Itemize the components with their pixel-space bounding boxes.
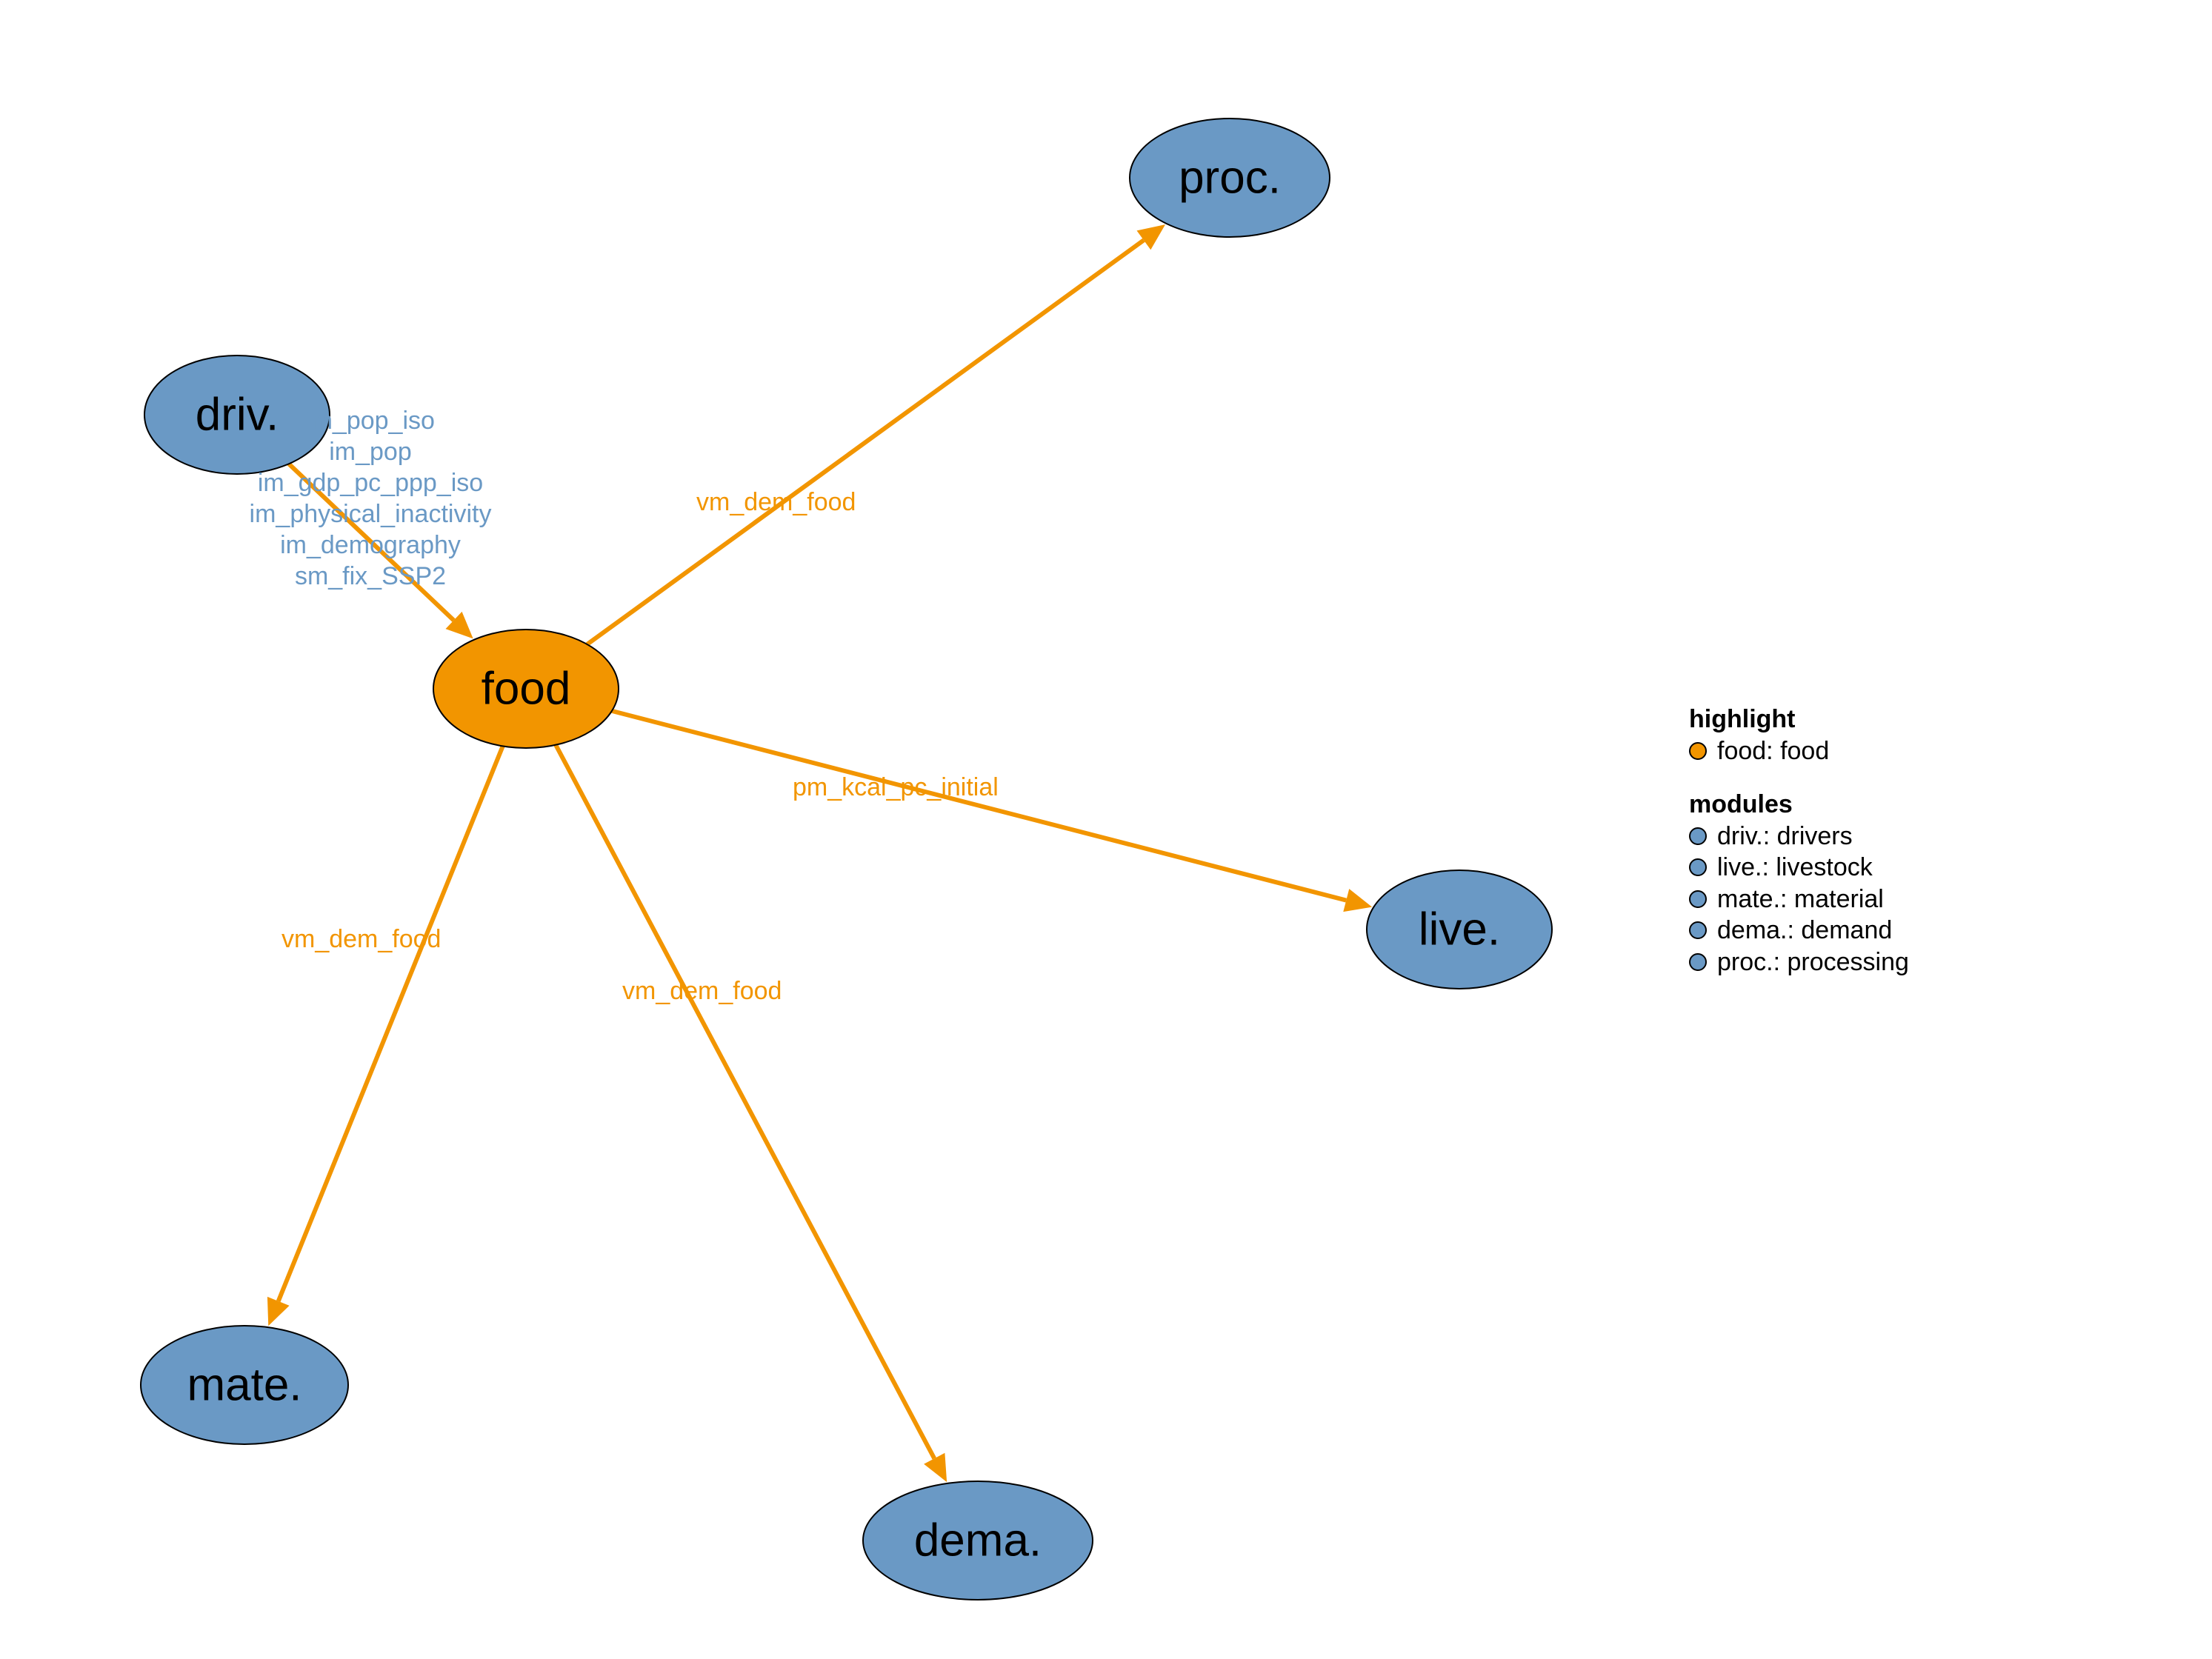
legend-module-text: dema.: demand: [1717, 915, 1892, 947]
driver-var-label: sm_fix_SSP2: [295, 562, 446, 590]
legend-module-text: proc.: processing: [1717, 947, 1909, 978]
driver-var-label: im_demography: [280, 531, 461, 559]
legend-module-text: mate.: material: [1717, 884, 1884, 915]
edge-label-food-dema: vm_dem_food: [622, 977, 782, 1005]
legend-swatch-icon: [1689, 742, 1707, 760]
legend-highlight-text: food: food: [1717, 735, 1829, 767]
legend-modules-items: driv.: driverslive.: livestockmate.: mat…: [1689, 821, 1909, 978]
legend-module-text: driv.: drivers: [1717, 821, 1853, 852]
legend-highlight-items: food: food: [1689, 735, 1909, 767]
nodes-layer: food driv. proc. live. mate. dema.: [141, 118, 1552, 1600]
edge-food-proc: [587, 240, 1144, 644]
node-label-food: food: [482, 663, 571, 714]
legend-module-row: dema.: demand: [1689, 915, 1909, 947]
legend-module-row: live.: livestock: [1689, 852, 1909, 884]
driver-var-label: im_gdp_pc_ppp_iso: [258, 469, 483, 497]
arrowhead-icon: [1343, 889, 1372, 912]
legend-module-row: mate.: material: [1689, 884, 1909, 915]
node-label-driv: driv.: [196, 389, 279, 440]
legend-module-row: driv.: drivers: [1689, 821, 1909, 852]
arrowhead-icon: [1137, 224, 1166, 250]
legend-swatch-icon: [1689, 953, 1707, 971]
legend-highlight-title: highlight: [1689, 704, 1909, 735]
legend-modules-title: modules: [1689, 789, 1909, 821]
node-label-proc: proc.: [1179, 152, 1281, 203]
legend-swatch-icon: [1689, 890, 1707, 908]
edge-label-food-mate: vm_dem_food: [282, 925, 441, 953]
edge-food-live: [612, 711, 1346, 901]
driver-var-label: im_physical_inactivity: [250, 500, 492, 528]
edge-food-mate: [279, 746, 503, 1301]
edge-label-food-proc: vm_dem_food: [696, 488, 856, 516]
node-label-dema: dema.: [914, 1515, 1042, 1566]
legend-swatch-icon: [1689, 827, 1707, 845]
legend-module-text: live.: livestock: [1717, 852, 1873, 884]
legend-swatch-icon: [1689, 921, 1707, 939]
legend-highlight-row: food: food: [1689, 735, 1909, 767]
edge-food-dema: [556, 745, 934, 1459]
legend-module-row: proc.: processing: [1689, 947, 1909, 978]
driver-var-label: im_pop_iso: [306, 407, 435, 435]
edge-label-food-live: pm_kcal_pc_initial: [793, 773, 999, 801]
node-label-live: live.: [1419, 904, 1500, 955]
legend-swatch-icon: [1689, 858, 1707, 876]
driver-var-label: im_pop: [329, 438, 412, 466]
legend: highlight food: food modules driv.: driv…: [1689, 704, 1909, 978]
node-label-mate: mate.: [187, 1359, 302, 1410]
